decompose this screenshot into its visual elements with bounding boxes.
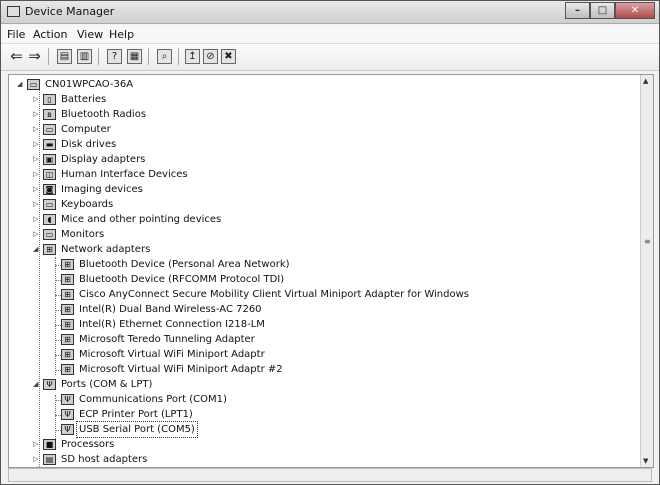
scan-icon[interactable]: ⌕: [157, 49, 172, 64]
expand-arrow-icon[interactable]: ▷: [33, 122, 41, 137]
device-tree[interactable]: ◢ ▭ CN01WPCAO-36A ▷ ▯ Batteries ▷ ʙ Blue…: [8, 74, 654, 468]
menu-view[interactable]: View: [77, 28, 103, 41]
network-adapter-icon: ⊞: [43, 244, 56, 255]
mouse-icon: ◖: [43, 214, 56, 225]
port-icon: Ψ: [61, 394, 74, 405]
keyboard-icon: ▭: [43, 199, 56, 210]
expand-arrow-icon[interactable]: ▷: [33, 182, 41, 197]
expand-arrow-icon[interactable]: ▷: [33, 92, 41, 107]
collapse-arrow-icon[interactable]: ◢: [17, 77, 25, 92]
window-title: Device Manager: [25, 5, 115, 18]
console-icon[interactable]: ▤: [57, 49, 72, 64]
back-icon[interactable]: ⇐: [9, 49, 24, 64]
menu-file[interactable]: File: [7, 28, 25, 41]
scroll-down-arrow-icon[interactable]: ▼: [643, 457, 648, 465]
vertical-scrollbar[interactable]: ▲ ≡ ▼: [640, 75, 653, 467]
tree-guide-line: [55, 395, 56, 439]
expand-arrow-icon[interactable]: ▷: [33, 452, 41, 467]
port-icon: Ψ: [43, 379, 56, 390]
help-icon[interactable]: ?: [107, 49, 122, 64]
menu-help[interactable]: Help: [109, 28, 134, 41]
collapse-arrow-icon[interactable]: ◢: [33, 377, 41, 392]
network-adapter-icon: ⊞: [61, 334, 74, 345]
disable-icon[interactable]: ⊘: [203, 49, 218, 64]
minimize-button[interactable]: –: [565, 2, 590, 19]
scroll-up-arrow-icon[interactable]: ▲: [643, 77, 648, 85]
disk-drive-icon: ▬: [43, 139, 56, 150]
toolbar: ⇐ ⇒ ▤ ▥ ? ▦ ⌕ ↥ ⊘ ✖: [1, 44, 659, 71]
tree-guide-line: [55, 257, 56, 375]
hid-icon: ◫: [43, 169, 56, 180]
expand-arrow-icon[interactable]: ▷: [33, 152, 41, 167]
update-driver-icon[interactable]: ↥: [185, 49, 200, 64]
expand-arrow-icon[interactable]: ▷: [33, 107, 41, 122]
battery-icon: ▯: [43, 94, 56, 105]
port-icon: Ψ: [61, 409, 74, 420]
imaging-device-icon: ◙: [43, 184, 56, 195]
network-adapter-icon: ⊞: [61, 319, 74, 330]
scroll-grip-icon[interactable]: ≡: [644, 237, 651, 246]
computer-icon: ▭: [43, 124, 56, 135]
network-adapter-icon: ⊞: [61, 289, 74, 300]
expand-arrow-icon[interactable]: ▷: [33, 167, 41, 182]
monitor-icon: ▭: [43, 229, 56, 240]
device-manager-window: Device Manager – □ ✕ File Action View He…: [0, 0, 660, 485]
bluetooth-icon: ʙ: [43, 109, 56, 120]
network-adapter-icon: ⊞: [61, 349, 74, 360]
expand-arrow-icon[interactable]: ▷: [33, 227, 41, 242]
processor-icon: ■: [43, 439, 56, 450]
toolbar-separator: [148, 48, 149, 65]
show-hide-icon[interactable]: ▦: [127, 49, 142, 64]
network-adapter-icon: ⊞: [61, 274, 74, 285]
display-adapter-icon: ▣: [43, 154, 56, 165]
toolbar-separator: [178, 48, 179, 65]
close-button[interactable]: ✕: [615, 2, 655, 19]
network-adapter-icon: ⊞: [61, 259, 74, 270]
maximize-button[interactable]: □: [590, 2, 615, 19]
toolbar-separator: [98, 48, 99, 65]
status-bar: [8, 468, 652, 482]
port-icon: Ψ: [61, 424, 74, 435]
menu-bar: File Action View Help: [1, 25, 659, 44]
title-bar[interactable]: Device Manager – □ ✕: [1, 1, 659, 24]
properties-icon[interactable]: ▥: [77, 49, 92, 64]
computer-icon: ▭: [27, 79, 40, 90]
network-adapter-icon: ⊞: [61, 304, 74, 315]
toolbar-separator: [48, 48, 49, 65]
network-adapter-icon: ⊞: [61, 364, 74, 375]
device-manager-icon: [7, 6, 20, 17]
collapse-arrow-icon[interactable]: ◢: [33, 242, 41, 257]
menu-action[interactable]: Action: [33, 28, 67, 41]
forward-icon[interactable]: ⇒: [27, 49, 42, 64]
sd-host-adapter-icon: ▤: [43, 454, 56, 465]
uninstall-icon[interactable]: ✖: [221, 49, 236, 64]
expand-arrow-icon[interactable]: ▷: [33, 212, 41, 227]
expand-arrow-icon[interactable]: ▷: [33, 137, 41, 152]
window-controls: – □ ✕: [565, 2, 655, 20]
expand-arrow-icon[interactable]: ▷: [33, 437, 41, 452]
expand-arrow-icon[interactable]: ▷: [33, 197, 41, 212]
